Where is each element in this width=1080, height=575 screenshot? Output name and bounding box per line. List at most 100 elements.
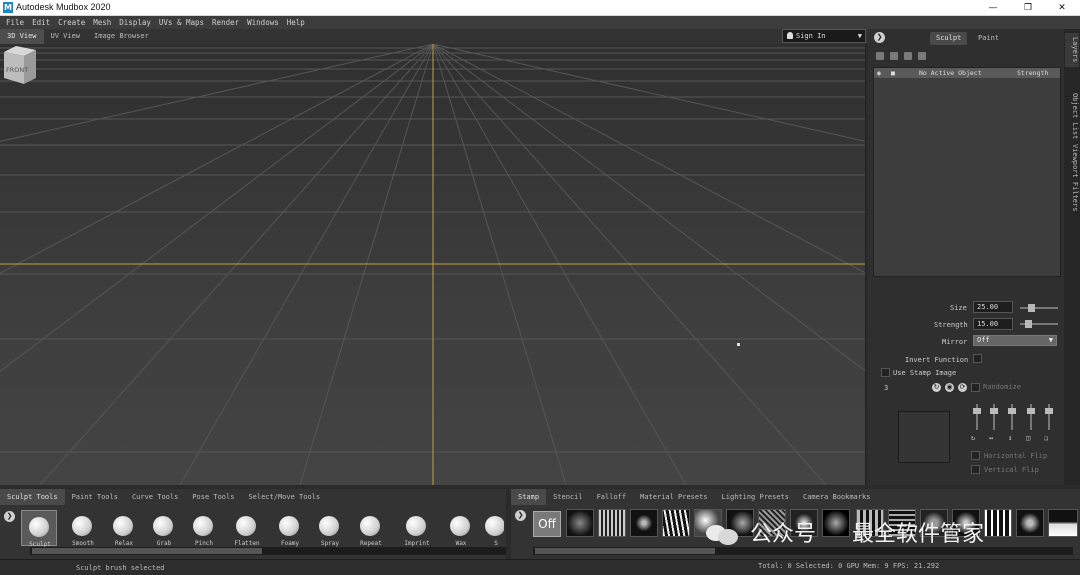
tool-spray[interactable]: Spray bbox=[312, 510, 348, 547]
3d-viewport[interactable]: FRONT bbox=[0, 44, 866, 485]
layer-row[interactable]: ◉ ■ No Active Object Strength bbox=[874, 68, 1060, 78]
reset-icon[interactable]: ⟳ bbox=[958, 383, 967, 392]
stamp-thumb[interactable] bbox=[598, 509, 626, 537]
menu-edit[interactable]: Edit bbox=[32, 18, 50, 27]
scale-icon[interactable]: ◫ bbox=[1026, 434, 1030, 442]
strength-slider-knob[interactable] bbox=[1025, 320, 1032, 328]
stamp-thumb[interactable] bbox=[630, 509, 658, 537]
tool-smooth[interactable]: Smooth bbox=[65, 510, 101, 547]
expand-arrow-icon[interactable]: ❯ bbox=[515, 510, 526, 521]
scrollbar-thumb[interactable] bbox=[32, 548, 262, 554]
stamp-thumb[interactable] bbox=[662, 509, 690, 537]
tab-stamp[interactable]: Stamp bbox=[511, 489, 547, 505]
maximize-icon[interactable]: ❐ bbox=[1011, 0, 1045, 16]
randomize-checkbox[interactable] bbox=[971, 383, 980, 392]
tab-image-browser[interactable]: Image Browser bbox=[87, 29, 156, 44]
tab-pose-tools[interactable]: Pose Tools bbox=[185, 489, 241, 505]
lock-icon[interactable]: ■ bbox=[891, 68, 895, 78]
tool-foamy[interactable]: Foamy bbox=[272, 510, 308, 547]
tool-wax[interactable]: Wax bbox=[443, 510, 479, 547]
mode-sculpt[interactable]: Sculpt bbox=[930, 32, 968, 45]
stamp-slider-4[interactable] bbox=[1027, 404, 1035, 430]
stamp-slider-5[interactable] bbox=[1045, 404, 1053, 430]
tool-pinch[interactable]: Pinch bbox=[186, 510, 222, 547]
tool-sculpt[interactable]: Sculpt bbox=[21, 510, 57, 548]
new-layer-icon[interactable] bbox=[876, 52, 884, 60]
folder-icon[interactable] bbox=[890, 52, 898, 60]
size-slider-knob[interactable] bbox=[1028, 304, 1035, 312]
tool-repeat[interactable]: Repeat bbox=[353, 510, 389, 547]
side-tab-viewport-filters[interactable]: Viewport Filters bbox=[1065, 141, 1079, 215]
minimize-icon[interactable]: — bbox=[976, 0, 1010, 16]
watermark: 公众号 最全软件管家 bbox=[706, 512, 984, 552]
stamp-thumb[interactable] bbox=[984, 509, 1012, 537]
sign-in-dropdown[interactable]: Sign In ▼ bbox=[782, 29, 866, 43]
use-stamp-checkbox[interactable] bbox=[881, 368, 890, 377]
close-icon[interactable]: ✕ bbox=[1045, 0, 1079, 16]
menu-create[interactable]: Create bbox=[58, 18, 85, 27]
merge-icon[interactable] bbox=[918, 52, 926, 60]
strength-slider[interactable] bbox=[1020, 320, 1058, 328]
menu-uvs-maps[interactable]: UVs & Maps bbox=[159, 18, 204, 27]
stamp-slider-3[interactable] bbox=[1008, 404, 1016, 430]
mirror-label: Mirror bbox=[942, 338, 968, 346]
menu-windows[interactable]: Windows bbox=[247, 18, 279, 27]
stamp-thumb[interactable] bbox=[1048, 509, 1078, 537]
tab-paint-tools[interactable]: Paint Tools bbox=[65, 489, 125, 505]
menu-help[interactable]: Help bbox=[287, 18, 305, 27]
tab-3d-view[interactable]: 3D View bbox=[0, 29, 44, 44]
menu-mesh[interactable]: Mesh bbox=[93, 18, 111, 27]
tool-flatten[interactable]: Flatten bbox=[229, 510, 265, 547]
tool-scrollbar[interactable] bbox=[30, 547, 506, 555]
stamp-slider-1[interactable] bbox=[973, 404, 981, 430]
tool-relax[interactable]: Relax bbox=[106, 510, 142, 547]
tool-partial[interactable]: S bbox=[478, 510, 504, 546]
rotate-icon[interactable]: ↻ bbox=[932, 383, 941, 392]
stamp-slider-2[interactable] bbox=[990, 404, 998, 430]
menu-display[interactable]: Display bbox=[119, 18, 151, 27]
viewcube[interactable]: FRONT bbox=[0, 44, 38, 86]
tool-grab[interactable]: Grab bbox=[146, 510, 182, 547]
stamp-off-button[interactable]: Off bbox=[533, 511, 561, 537]
mode-paint[interactable]: Paint bbox=[972, 32, 1005, 45]
horizontal-arrows-icon[interactable]: ↔ bbox=[989, 434, 993, 442]
rotate-stamp-icon[interactable]: ↻ bbox=[971, 434, 975, 442]
slider-knob[interactable] bbox=[1045, 408, 1053, 414]
slider-knob[interactable] bbox=[990, 408, 998, 414]
vertical-arrows-icon[interactable]: ↕ bbox=[1008, 434, 1012, 442]
tab-sculpt-tools[interactable]: Sculpt Tools bbox=[0, 489, 65, 505]
stamp-thumb[interactable] bbox=[1016, 509, 1044, 537]
eye-icon[interactable]: ◉ bbox=[945, 383, 954, 392]
vertical-flip-checkbox[interactable] bbox=[971, 465, 980, 474]
expand-arrow-icon[interactable]: ❯ bbox=[874, 32, 885, 43]
expand-arrow-icon[interactable]: ❯ bbox=[4, 511, 15, 522]
tab-lighting-presets[interactable]: Lighting Presets bbox=[715, 489, 796, 505]
layer-list[interactable]: ◉ ■ No Active Object Strength bbox=[873, 67, 1061, 277]
copy-icon[interactable]: ❏ bbox=[1044, 434, 1048, 442]
menu-render[interactable]: Render bbox=[212, 18, 239, 27]
tab-material-presets[interactable]: Material Presets bbox=[633, 489, 714, 505]
slider-knob[interactable] bbox=[973, 408, 981, 414]
slider-knob[interactable] bbox=[1027, 408, 1035, 414]
stamp-thumb[interactable] bbox=[566, 509, 594, 537]
invert-function-checkbox[interactable] bbox=[973, 354, 982, 363]
stamp-tabs: Stamp Stencil Falloff Material Presets L… bbox=[511, 489, 877, 505]
tool-imprint[interactable]: Imprint bbox=[399, 510, 435, 547]
tab-stencil[interactable]: Stencil bbox=[546, 489, 590, 505]
scrollbar-thumb[interactable] bbox=[535, 548, 715, 554]
mirror-dropdown[interactable]: Off ▼ bbox=[973, 335, 1057, 346]
side-tab-layers[interactable]: Layers bbox=[1065, 33, 1079, 67]
size-slider[interactable] bbox=[1020, 304, 1058, 312]
tab-camera-bookmarks[interactable]: Camera Bookmarks bbox=[796, 489, 877, 505]
size-input[interactable]: 25.00 bbox=[973, 301, 1013, 313]
tab-curve-tools[interactable]: Curve Tools bbox=[125, 489, 185, 505]
horizontal-flip-checkbox[interactable] bbox=[971, 451, 980, 460]
slider-knob[interactable] bbox=[1008, 408, 1016, 414]
eye-icon[interactable]: ◉ bbox=[877, 68, 881, 78]
menu-file[interactable]: File bbox=[6, 18, 24, 27]
trash-icon[interactable] bbox=[904, 52, 912, 60]
tab-uv-view[interactable]: UV View bbox=[44, 29, 88, 44]
tab-select-move-tools[interactable]: Select/Move Tools bbox=[241, 489, 327, 505]
strength-input[interactable]: 15.00 bbox=[973, 318, 1013, 330]
tab-falloff[interactable]: Falloff bbox=[590, 489, 634, 505]
